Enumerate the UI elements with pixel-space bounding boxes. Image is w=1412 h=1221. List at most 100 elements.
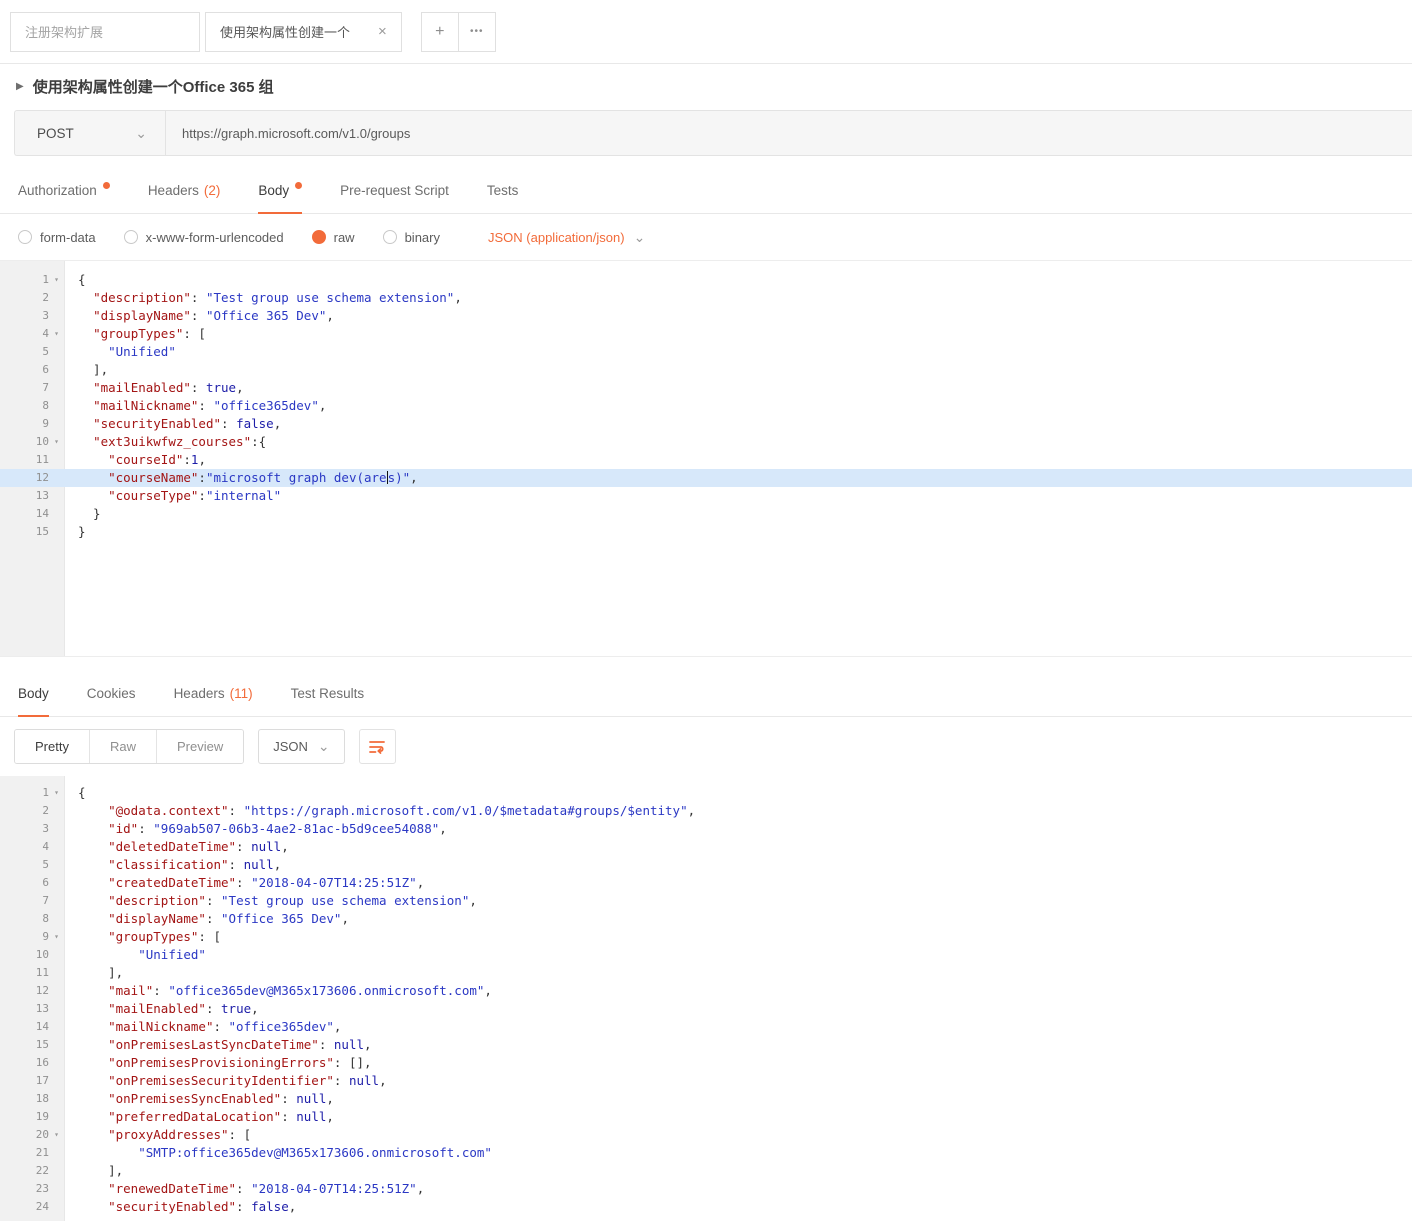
- line-number-gutter: 7: [0, 379, 64, 397]
- mode-raw[interactable]: raw: [312, 230, 355, 245]
- fold-toggle-icon[interactable]: ▾: [49, 784, 64, 802]
- tab-cookies[interactable]: Cookies: [87, 671, 136, 716]
- line-number-gutter: 7: [0, 892, 64, 910]
- content-type-dropdown[interactable]: JSON (application/json) ⌄: [488, 230, 645, 245]
- tab-create-group-with-schema[interactable]: 使用架构属性创建一个 ×: [205, 12, 402, 52]
- code-text: "mailEnabled": true,: [64, 379, 1412, 397]
- token-k: "mail": [108, 983, 153, 998]
- token-p: [78, 398, 93, 413]
- token-p: :: [191, 290, 206, 305]
- fold-toggle-icon[interactable]: ▾: [49, 1126, 64, 1144]
- request-body-editor[interactable]: 1▾{2 "description": "Test group use sche…: [0, 261, 1412, 657]
- fold-toggle-icon[interactable]: ▾: [49, 433, 64, 451]
- tab-authorization[interactable]: Authorization: [18, 168, 110, 213]
- code-line-3[interactable]: 3 "displayName": "Office 365 Dev",: [0, 307, 1412, 325]
- line-number-gutter: 19: [0, 1108, 64, 1126]
- tab-options-button[interactable]: •••: [458, 12, 496, 52]
- code-text: "displayName": "Office 365 Dev",: [64, 307, 1412, 325]
- code-line-11[interactable]: 11 "courseId":1,: [0, 451, 1412, 469]
- code-line-5[interactable]: 5 "Unified": [0, 343, 1412, 361]
- code-line-9[interactable]: 9 "securityEnabled": false,: [0, 415, 1412, 433]
- tab-body[interactable]: Body: [258, 168, 302, 213]
- code-line-15[interactable]: 15}: [0, 523, 1412, 541]
- line-number: 3: [0, 820, 49, 838]
- token-p: ,: [326, 1109, 334, 1124]
- pretty-button[interactable]: Pretty: [15, 730, 89, 763]
- content-type-label: JSON (application/json): [488, 230, 625, 245]
- raw-button[interactable]: Raw: [89, 730, 156, 763]
- line-number: 10: [0, 433, 49, 451]
- token-s: "Office 365 Dev": [206, 308, 326, 323]
- code-line-17: 17 "onPremisesSecurityIdentifier": null,: [0, 1072, 1412, 1090]
- code-line-10[interactable]: 10▾ "ext3uikwfwz_courses":{: [0, 433, 1412, 451]
- token-p: :: [236, 1199, 251, 1214]
- code-line-8[interactable]: 8 "mailNickname": "office365dev",: [0, 397, 1412, 415]
- tab-register-schema-extension[interactable]: 注册架构扩展: [10, 12, 200, 52]
- url-bar: POST ⌄: [14, 110, 1412, 156]
- mode-form-data[interactable]: form-data: [18, 230, 96, 245]
- token-p: }: [78, 506, 101, 521]
- token-p: :{: [251, 434, 266, 449]
- token-p: [78, 308, 93, 323]
- token-k: "mailEnabled": [93, 380, 191, 395]
- wrap-lines-button[interactable]: [359, 729, 396, 764]
- token-p: : [: [183, 326, 206, 341]
- tab-label: Test Results: [291, 686, 365, 701]
- mode-urlencoded[interactable]: x-www-form-urlencoded: [124, 230, 284, 245]
- response-tabs: Body Cookies Headers (11) Test Results: [0, 671, 1412, 717]
- token-b: true: [221, 1001, 251, 1016]
- code-line-12[interactable]: 12 "courseName":"microsoft graph dev(are…: [0, 469, 1412, 487]
- line-number: 5: [0, 343, 49, 361]
- tab-test-results[interactable]: Test Results: [291, 671, 365, 716]
- code-line-1[interactable]: 1▾{: [0, 271, 1412, 289]
- view-mode-group: Pretty Raw Preview: [14, 729, 244, 764]
- url-input[interactable]: [166, 126, 1412, 141]
- line-number-gutter: 11: [0, 451, 64, 469]
- token-s: "office365dev": [213, 398, 318, 413]
- line-number-gutter: 15: [0, 523, 64, 541]
- token-p: :: [153, 983, 168, 998]
- code-line-21: 21 "SMTP:office365dev@M365x173606.onmicr…: [0, 1144, 1412, 1162]
- tab-bar: 注册架构扩展 使用架构属性创建一个 × + •••: [0, 0, 1412, 64]
- tab-label: Headers: [148, 183, 199, 198]
- code-line-2[interactable]: 2 "description": "Test group use schema …: [0, 289, 1412, 307]
- token-p: {: [78, 785, 86, 800]
- token-k: "onPremisesSecurityIdentifier": [108, 1073, 334, 1088]
- token-p: [78, 1181, 108, 1196]
- code-line-4[interactable]: 4▾ "groupTypes": [: [0, 325, 1412, 343]
- token-p: ,: [334, 1019, 342, 1034]
- new-tab-button[interactable]: +: [421, 12, 459, 52]
- fold-toggle-icon[interactable]: ▾: [49, 928, 64, 946]
- token-p: :: [236, 839, 251, 854]
- close-tab-icon[interactable]: ×: [378, 24, 387, 39]
- collapse-arrow-icon[interactable]: ▶: [16, 81, 24, 92]
- code-text: "proxyAddresses": [: [64, 1126, 1412, 1144]
- line-number-gutter: 1▾: [0, 784, 64, 802]
- tab-headers[interactable]: Headers (2): [148, 168, 221, 213]
- response-format-dropdown[interactable]: JSON ⌄: [258, 729, 344, 764]
- method-dropdown[interactable]: POST ⌄: [15, 111, 165, 155]
- mode-binary[interactable]: binary: [383, 230, 440, 245]
- tab-response-body[interactable]: Body: [18, 671, 49, 716]
- code-line-14[interactable]: 14 }: [0, 505, 1412, 523]
- preview-button[interactable]: Preview: [156, 730, 243, 763]
- fold-toggle-icon[interactable]: ▾: [49, 271, 64, 289]
- token-p: [78, 947, 138, 962]
- token-p: [78, 452, 108, 467]
- fold-toggle-icon[interactable]: ▾: [49, 325, 64, 343]
- token-p: ,: [251, 1001, 259, 1016]
- radio-icon: [124, 230, 138, 244]
- code-line-19: 19 "preferredDataLocation": null,: [0, 1108, 1412, 1126]
- code-line-16: 16 "onPremisesProvisioningErrors": [],: [0, 1054, 1412, 1072]
- tab-tests[interactable]: Tests: [487, 168, 519, 213]
- code-line-7[interactable]: 7 "mailEnabled": true,: [0, 379, 1412, 397]
- tab-actions: + •••: [421, 12, 496, 52]
- line-number: 12: [0, 469, 49, 487]
- code-line-13[interactable]: 13 "courseType":"internal": [0, 487, 1412, 505]
- line-number: 4: [0, 838, 49, 856]
- tab-pre-request-script[interactable]: Pre-request Script: [340, 168, 449, 213]
- line-number-gutter: 14: [0, 1018, 64, 1036]
- code-line-6[interactable]: 6 ],: [0, 361, 1412, 379]
- tab-response-headers[interactable]: Headers (11): [174, 671, 253, 716]
- code-text: "description": "Test group use schema ex…: [64, 892, 1412, 910]
